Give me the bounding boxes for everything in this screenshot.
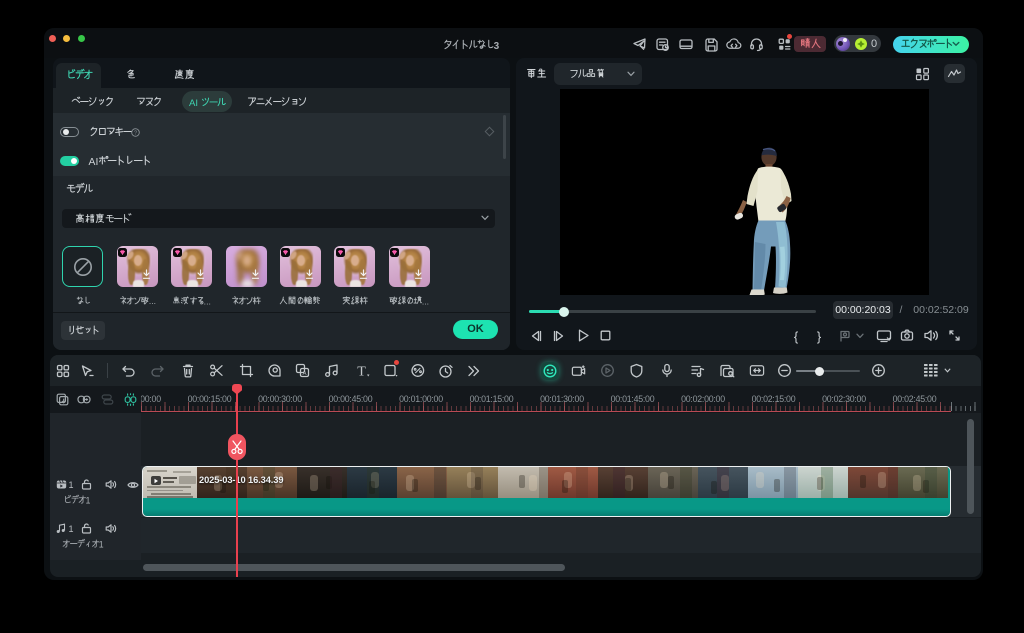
svg-text:T: T [357,365,366,379]
svg-text:...: ... [422,296,429,306]
svg-text:AI: AI [189,98,198,109]
svg-text:1: 1 [86,495,91,505]
svg-text:3: 3 [493,41,499,52]
svg-text:1: 1 [99,539,104,549]
svg-text:AI: AI [88,156,98,167]
svg-text:?: ? [134,131,137,137]
svg-text:A: A [303,371,307,377]
svg-text:...: ... [204,296,211,306]
svg-text:...: ... [149,296,156,306]
